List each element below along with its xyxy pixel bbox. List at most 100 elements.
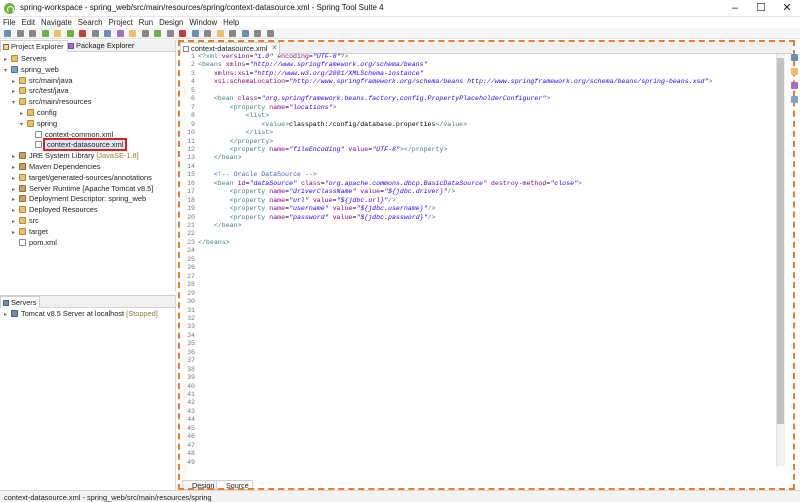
code-line[interactable]: <!-- Oracle DataSource --> xyxy=(198,171,317,178)
toolbar-button[interactable] xyxy=(191,30,199,37)
tree-item-suffix: [JavaSE-1.8] xyxy=(94,151,139,161)
toolbar-button[interactable] xyxy=(54,30,61,37)
close-button[interactable]: ✕ xyxy=(774,0,800,17)
menu-run[interactable]: Run xyxy=(136,17,156,28)
code-line[interactable]: <list> xyxy=(198,112,269,119)
toolbar-button[interactable] xyxy=(254,30,261,37)
toolbar-button[interactable] xyxy=(91,30,99,37)
toolbar-button[interactable] xyxy=(179,30,186,37)
tree-item-selected[interactable]: context-datasource.xml xyxy=(28,138,128,152)
code-line[interactable]: xsi:schemaLocation="http://www.springfra… xyxy=(198,78,713,85)
toolbar-button[interactable] xyxy=(204,30,211,37)
code-line[interactable]: </property> xyxy=(198,138,274,145)
spring-icon[interactable] xyxy=(791,96,798,103)
code-line[interactable]: <property name="password" value="${jdbc.… xyxy=(198,214,436,221)
code-line[interactable]: <property name="fileEncoding" value="UTF… xyxy=(198,146,448,153)
window-title: spring-workspace - spring_web/src/main/r… xyxy=(20,3,384,12)
folder-icon xyxy=(27,119,34,127)
tree-item[interactable]: ▸ src/main/java xyxy=(12,76,73,87)
toolbar-button[interactable] xyxy=(166,30,174,37)
menu-navigate[interactable]: Navigate xyxy=(38,17,75,28)
menu-project[interactable]: Project xyxy=(106,17,136,28)
tab-source[interactable]: Source xyxy=(216,480,253,490)
tree-item-label: spring xyxy=(37,118,58,128)
chevron-down-icon[interactable]: ▾ xyxy=(20,120,27,131)
tab-servers[interactable]: Servers xyxy=(0,296,41,308)
tab-package-explorer[interactable]: Package Explorer xyxy=(66,40,137,52)
toolbar-button[interactable] xyxy=(116,30,124,37)
tree-item[interactable]: ▸ Deployed Resources xyxy=(12,205,98,216)
toolbar-button[interactable] xyxy=(41,30,49,37)
toolbar-button[interactable] xyxy=(129,30,136,37)
toolbar-button[interactable] xyxy=(266,30,274,37)
toolbar-button[interactable] xyxy=(241,30,249,37)
line-number: 25 xyxy=(187,255,195,263)
menu-bar: File Edit Navigate Search Project Run Design Wi… xyxy=(0,17,800,28)
structure-icon[interactable] xyxy=(791,82,798,89)
tree-item[interactable]: context-common.xml xyxy=(28,130,113,141)
code-line[interactable]: <?xml version="1.0" encoding="UTF-8"?> xyxy=(198,53,348,60)
menu-file[interactable]: File xyxy=(0,17,19,28)
tree-item[interactable]: ▾ src/main/resources xyxy=(12,97,91,108)
menu-edit[interactable]: Edit xyxy=(19,17,38,28)
tree-item[interactable]: ▾ spring xyxy=(20,119,57,130)
toolbar-button[interactable] xyxy=(4,30,11,37)
code-line[interactable]: xmlns:xsi="http://www.w3.org/2001/XMLSch… xyxy=(198,70,424,77)
tab-project-explorer[interactable]: Project Explorer xyxy=(0,40,68,52)
tree-item[interactable]: ▸ Deployment Descriptor: spring_web xyxy=(12,194,146,205)
code-line[interactable]: <property name="url" value="${jdbc.url}"… xyxy=(198,197,396,204)
toolbar-button[interactable] xyxy=(154,30,161,37)
line-number: 39 xyxy=(187,374,195,382)
code-area[interactable]: 1 <?xml version="1.0" encoding="UTF-8"?> 2… xyxy=(183,53,773,467)
maximize-button[interactable]: ☐ xyxy=(748,0,774,17)
tree-item[interactable]: ▸ JRE System Library [JavaSE-1.8] xyxy=(12,151,139,162)
code-line[interactable]: <value>classpath:/config/database.proper… xyxy=(198,121,467,128)
tab-design[interactable]: Design xyxy=(182,480,219,490)
task-icon[interactable] xyxy=(791,68,798,75)
tree-item[interactable]: ▾ spring_web xyxy=(4,65,59,76)
toolbar-button[interactable] xyxy=(29,30,36,37)
tree-item[interactable]: ▸ src xyxy=(12,216,39,227)
toolbar-button[interactable] xyxy=(16,30,24,37)
code-line[interactable]: <bean class="org.springframework.beans.f… xyxy=(198,95,550,102)
toolbar-button[interactable] xyxy=(66,30,74,37)
minimize-button[interactable]: – xyxy=(722,0,748,17)
toolbar-button[interactable] xyxy=(229,30,236,37)
server-item-tomcat[interactable]: ▸ Tomcat v8.5 Server at localhost [Stoppe… xyxy=(4,309,158,320)
menu-search[interactable]: Search xyxy=(75,17,106,28)
title-bar: spring-workspace - spring_web/src/main/r… xyxy=(0,0,800,17)
menu-design[interactable]: Design xyxy=(156,17,186,28)
tree-item[interactable]: ▸ src/test/java xyxy=(12,86,68,97)
tree-item[interactable]: ▸ Servers xyxy=(4,54,46,65)
code-line[interactable]: <property name="locations"> xyxy=(198,104,337,111)
code-line[interactable]: <beans xmlns="http://www.springframework… xyxy=(198,61,428,68)
code-line[interactable]: </list> xyxy=(198,129,273,136)
toolbar-button[interactable] xyxy=(141,30,149,37)
menu-help[interactable]: Help xyxy=(220,17,242,28)
toolbar-button[interactable] xyxy=(216,30,224,37)
tree-item[interactable]: pom.xml xyxy=(12,238,57,249)
tree-item[interactable]: ▸ Server Runtime [Apache Tomcat v8.5] xyxy=(12,184,153,195)
menu-window[interactable]: Window xyxy=(186,17,220,28)
toolbar-button[interactable] xyxy=(104,30,111,37)
tree-item[interactable]: ▸ Maven Dependencies xyxy=(12,162,101,173)
code-line[interactable]: <bean id="dataSource" class="org.apache.… xyxy=(198,180,582,187)
outline-icon[interactable] xyxy=(791,54,798,61)
chevron-down-icon[interactable]: ▾ xyxy=(12,98,19,109)
code-line[interactable]: </bean> xyxy=(198,154,242,161)
tree-item[interactable]: ▸ config xyxy=(20,108,57,119)
toolbar-button[interactable] xyxy=(79,30,86,37)
tree-item[interactable]: ▸ target/generated-sources/annotations xyxy=(12,173,152,184)
code-line[interactable]: <property name="driverClassName" value="… xyxy=(198,188,456,195)
scrollbar-thumb[interactable] xyxy=(777,58,784,424)
line-number: 27 xyxy=(187,272,195,280)
line-number: 10 xyxy=(187,129,195,137)
chevron-down-icon[interactable]: ▾ xyxy=(4,66,11,77)
tree-item[interactable]: ▸ target xyxy=(12,227,48,238)
editor-tab-label: context-datasource.xml xyxy=(191,44,268,53)
tree-item-label: pom.xml xyxy=(29,237,57,247)
code-line[interactable]: </bean> xyxy=(198,222,242,229)
code-line[interactable]: <property name="username" value="${jdbc.… xyxy=(198,205,436,212)
code-line[interactable]: </beans> xyxy=(198,239,230,246)
line-number: 28 xyxy=(187,281,195,289)
